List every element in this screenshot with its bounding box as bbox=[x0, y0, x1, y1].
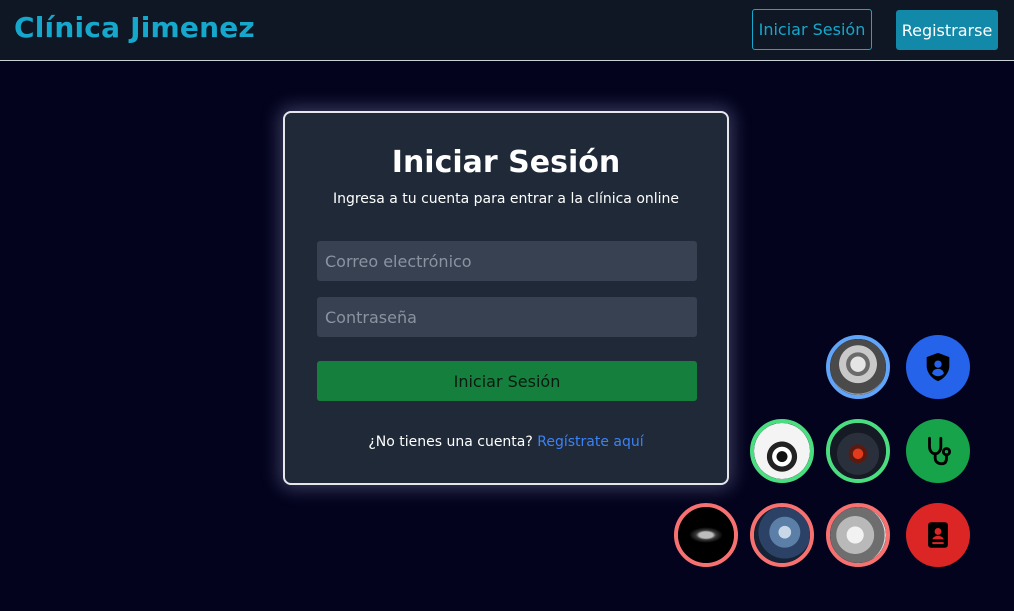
register-prompt: ¿No tienes una cuenta? Regístrate aquí bbox=[285, 434, 727, 450]
login-title: Iniciar Sesión bbox=[391, 145, 621, 180]
patient-avatar-1[interactable] bbox=[674, 503, 738, 567]
email-field[interactable] bbox=[317, 241, 697, 281]
login-subtitle: Ingresa a tu cuenta para entrar a la clí… bbox=[332, 191, 680, 207]
id-card-icon bbox=[928, 522, 948, 548]
doctor-avatar-2[interactable] bbox=[826, 419, 890, 483]
patient-avatar-2[interactable] bbox=[750, 503, 814, 567]
doctor-avatar-1[interactable] bbox=[750, 419, 814, 483]
shield-user-icon bbox=[926, 352, 950, 382]
login-card: Iniciar Sesión Ingresa a tu cuenta para … bbox=[283, 111, 729, 485]
stethoscope-icon bbox=[928, 436, 952, 466]
brand-title[interactable]: Clínica Jimenez bbox=[14, 11, 255, 44]
register-link[interactable]: Regístrate aquí bbox=[537, 434, 643, 450]
login-submit-button[interactable]: Iniciar Sesión bbox=[317, 361, 697, 401]
top-navbar: Clínica Jimenez Iniciar Sesión Registrar… bbox=[0, 0, 1014, 61]
admin-avatar-1[interactable] bbox=[826, 335, 890, 399]
admin-role-button[interactable] bbox=[906, 335, 970, 399]
login-nav-button[interactable]: Iniciar Sesión bbox=[752, 9, 872, 50]
doctor-role-button[interactable] bbox=[906, 419, 970, 483]
patient-role-button[interactable] bbox=[906, 503, 970, 567]
no-account-text: ¿No tienes una cuenta? bbox=[368, 434, 533, 450]
register-nav-button[interactable]: Registrarse bbox=[896, 10, 998, 50]
patient-avatar-3[interactable] bbox=[826, 503, 890, 567]
password-field[interactable] bbox=[317, 297, 697, 337]
